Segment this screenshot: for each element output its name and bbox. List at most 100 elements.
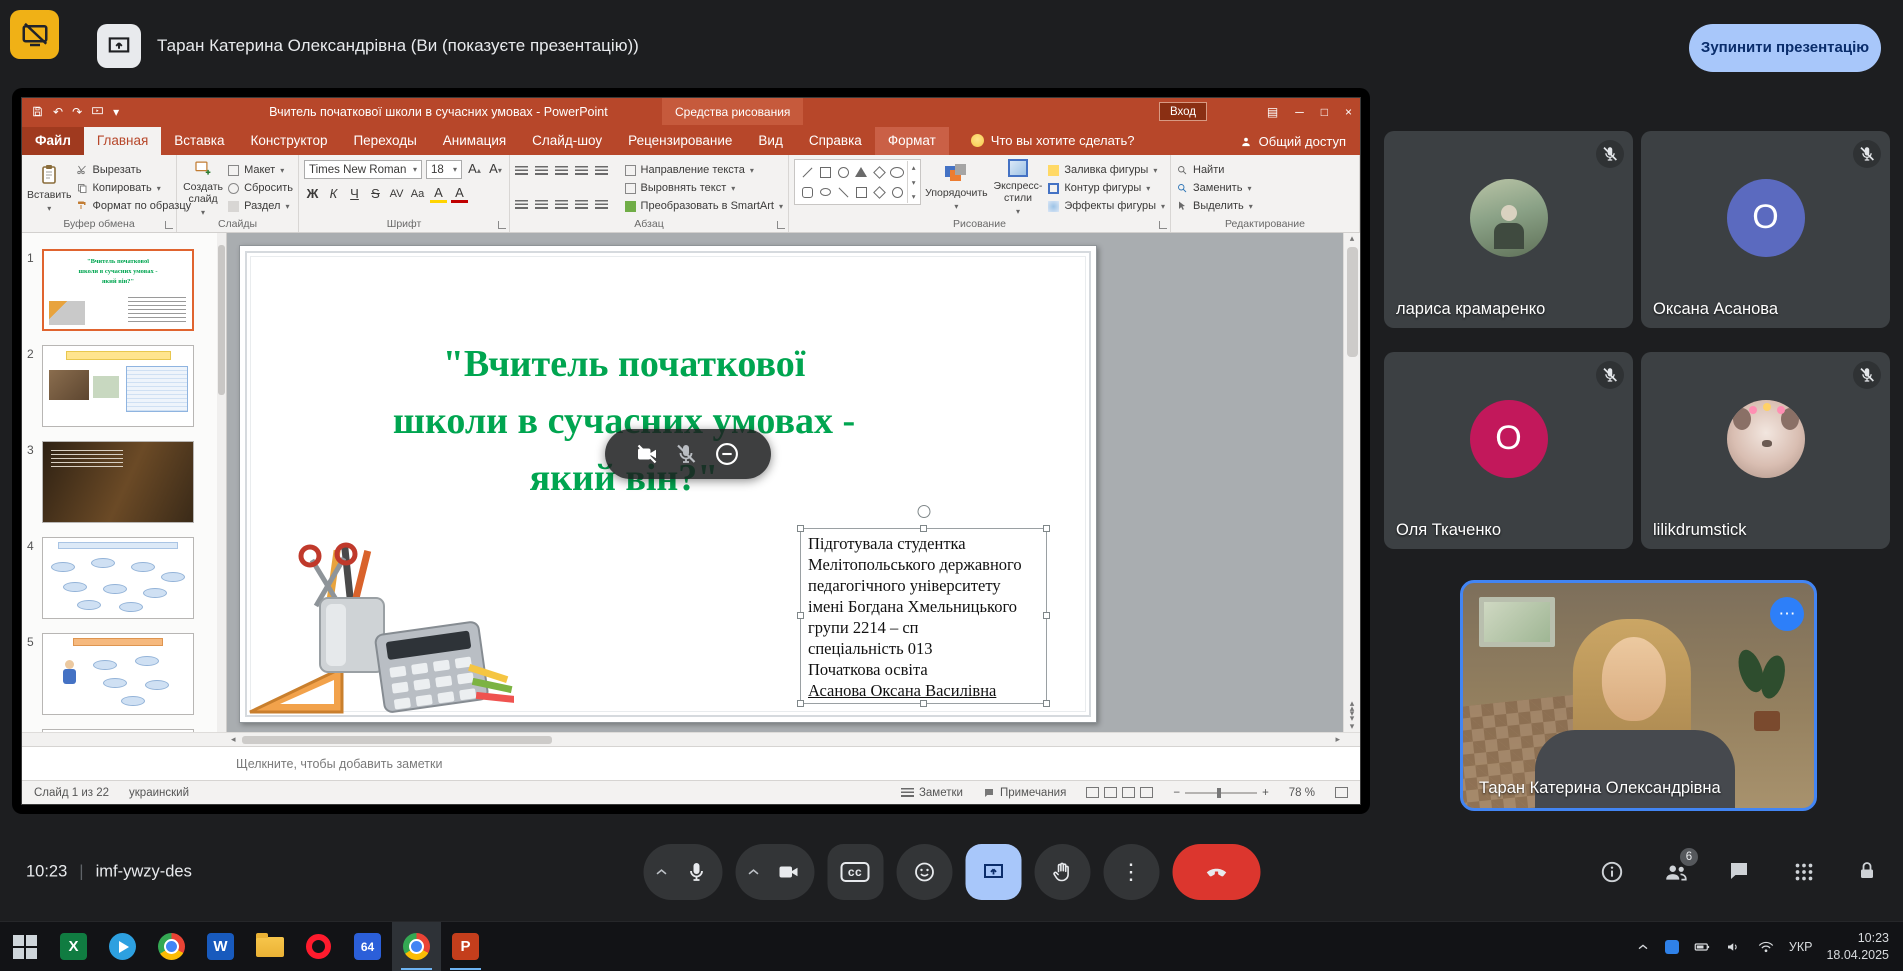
scroll-right-icon[interactable]: ▸	[1335, 734, 1340, 745]
language-indicator[interactable]: украинский	[129, 787, 189, 799]
resize-handle[interactable]	[797, 700, 804, 707]
resize-handle[interactable]	[1043, 612, 1050, 619]
dialog-launcher-icon[interactable]	[165, 221, 173, 229]
smartart-button[interactable]: Преобразовать в SmartArt▾	[625, 197, 783, 215]
new-slide-button[interactable]: Создать слайд ▾	[182, 159, 224, 217]
notes-toggle-button[interactable]: Заметки	[901, 787, 963, 799]
comments-toggle-button[interactable]: Примечания	[983, 787, 1066, 799]
slide-thumbnail-5[interactable]: 5	[22, 633, 226, 729]
camera-button[interactable]	[735, 844, 814, 900]
slide-sorter-view-icon[interactable]	[1104, 787, 1117, 798]
align-text-button[interactable]: Выровнять текст▾	[625, 179, 783, 197]
horizontal-scrollbar[interactable]: ◂ ▸	[22, 732, 1360, 746]
slide-title[interactable]: "Вчитель початкової школи в сучасних умо…	[256, 336, 992, 507]
file-explorer-icon[interactable]	[245, 922, 294, 971]
stop-presentation-button[interactable]: Зупинити презентацію	[1689, 24, 1881, 72]
self-view-tile[interactable]: ⋯ Таран Катерина Олександрівна	[1460, 580, 1817, 811]
bold-button[interactable]: Ж	[304, 187, 321, 201]
next-slide-button[interactable]: ▾▾	[1350, 711, 1355, 721]
numbering-icon[interactable]	[535, 166, 548, 176]
vertical-scrollbar[interactable]: ▴ ▴▴ ▾▾ ▾	[1343, 233, 1360, 732]
bullets-icon[interactable]	[515, 166, 528, 176]
tab-insert[interactable]: Вставка	[161, 127, 237, 155]
dialog-launcher-icon[interactable]	[1159, 221, 1167, 229]
align-left-icon[interactable]	[515, 200, 528, 210]
zoom-in-icon[interactable]: +	[1262, 787, 1269, 799]
tab-design[interactable]: Конструктор	[237, 127, 340, 155]
font-color-button[interactable]: А	[451, 186, 468, 203]
character-spacing-button[interactable]: AV	[388, 188, 405, 200]
replace-button[interactable]: Заменить▾	[1176, 179, 1253, 197]
resize-handle[interactable]	[920, 700, 927, 707]
quick-styles-button[interactable]: Экспресс-стили ▾	[992, 159, 1045, 217]
shape-fill-button[interactable]: Заливка фигуры▾	[1048, 161, 1165, 179]
reading-view-icon[interactable]	[1122, 787, 1135, 798]
find-button[interactable]: Найти	[1176, 161, 1253, 179]
italic-button[interactable]: К	[325, 187, 342, 201]
minimize-icon[interactable]: ─	[1295, 105, 1304, 119]
powerpoint-icon[interactable]: P	[441, 922, 490, 971]
align-right-icon[interactable]	[555, 200, 568, 210]
presentation-muted-badge[interactable]	[10, 10, 59, 59]
app-64-icon[interactable]: 64	[343, 922, 392, 971]
scrollbar-thumb[interactable]	[242, 736, 552, 744]
zoom-out-icon[interactable]: −	[1173, 787, 1180, 799]
align-center-icon[interactable]	[535, 200, 548, 210]
select-button[interactable]: Выделить▾	[1176, 197, 1253, 215]
resize-handle[interactable]	[1043, 525, 1050, 532]
messenger-app-icon[interactable]	[98, 922, 147, 971]
customize-qat-icon[interactable]: ▾	[113, 106, 119, 118]
raise-hand-button[interactable]	[1034, 844, 1090, 900]
paste-button[interactable]: Вставить ▾	[27, 159, 72, 217]
mic-options-chevron-icon[interactable]	[648, 863, 675, 881]
credits-text-box[interactable]: Підготувала студентка Мелітопольського д…	[800, 528, 1047, 704]
redo-icon[interactable]: ↷	[72, 106, 82, 118]
slide-thumbnail-3[interactable]: 3	[22, 441, 226, 537]
end-call-button[interactable]	[1172, 844, 1260, 900]
strikethrough-button[interactable]: S	[367, 187, 384, 201]
tile-options-button[interactable]: ⋯	[1770, 597, 1804, 631]
maximize-icon[interactable]: □	[1321, 105, 1328, 119]
section-button[interactable]: Раздел▾	[228, 197, 293, 215]
tab-view[interactable]: Вид	[745, 127, 795, 155]
more-options-button[interactable]: ⋮	[1103, 844, 1159, 900]
undo-icon[interactable]: ↶	[53, 106, 63, 118]
font-size-combo[interactable]: 18▾	[426, 160, 462, 179]
chrome-active-icon[interactable]	[392, 922, 441, 971]
tab-file[interactable]: Файл	[22, 127, 84, 155]
tab-help[interactable]: Справка	[796, 127, 875, 155]
dialog-launcher-icon[interactable]	[498, 221, 506, 229]
sign-in-button[interactable]: Вход	[1159, 102, 1207, 121]
tell-me-search[interactable]: Что вы хотите сделать?	[971, 133, 1135, 155]
zoom-level[interactable]: 78 %	[1289, 787, 1315, 799]
increase-indent-icon[interactable]	[575, 166, 588, 176]
gallery-scroll-arrows[interactable]: ▴▾▾	[907, 161, 919, 203]
dialog-launcher-icon[interactable]	[777, 221, 785, 229]
shrink-font-button[interactable]: А▾	[487, 162, 504, 176]
word-icon[interactable]: W	[196, 922, 245, 971]
scrollbar-thumb[interactable]	[1347, 247, 1358, 357]
columns-icon[interactable]	[595, 200, 608, 210]
font-name-combo[interactable]: Times New Roman▾	[304, 160, 422, 179]
participant-tile[interactable]: lilikdrumstick	[1641, 352, 1890, 549]
camera-off-icon[interactable]	[635, 442, 659, 466]
ribbon-display-icon[interactable]: ▤	[1267, 105, 1278, 119]
text-direction-button[interactable]: Направление текста▾	[625, 161, 783, 179]
slideshow-icon[interactable]	[91, 105, 104, 118]
battery-icon[interactable]	[1693, 938, 1711, 956]
mic-button[interactable]	[643, 844, 722, 900]
participant-tile[interactable]: лариса крамаренко	[1384, 131, 1633, 328]
resize-handle[interactable]	[797, 612, 804, 619]
language-switcher[interactable]: УКР	[1789, 940, 1813, 954]
normal-view-icon[interactable]	[1086, 787, 1099, 798]
save-icon[interactable]	[31, 105, 44, 118]
shape-outline-button[interactable]: Контур фигуры▾	[1048, 179, 1165, 197]
mic-off-icon[interactable]	[674, 442, 698, 466]
opera-icon[interactable]	[294, 922, 343, 971]
fit-to-window-icon[interactable]	[1335, 787, 1348, 798]
share-button[interactable]: Общий доступ	[1239, 134, 1346, 149]
close-icon[interactable]: ×	[1345, 105, 1352, 119]
decrease-indent-icon[interactable]	[555, 166, 568, 176]
rotate-handle[interactable]	[917, 505, 930, 518]
tab-format[interactable]: Формат	[875, 127, 949, 155]
